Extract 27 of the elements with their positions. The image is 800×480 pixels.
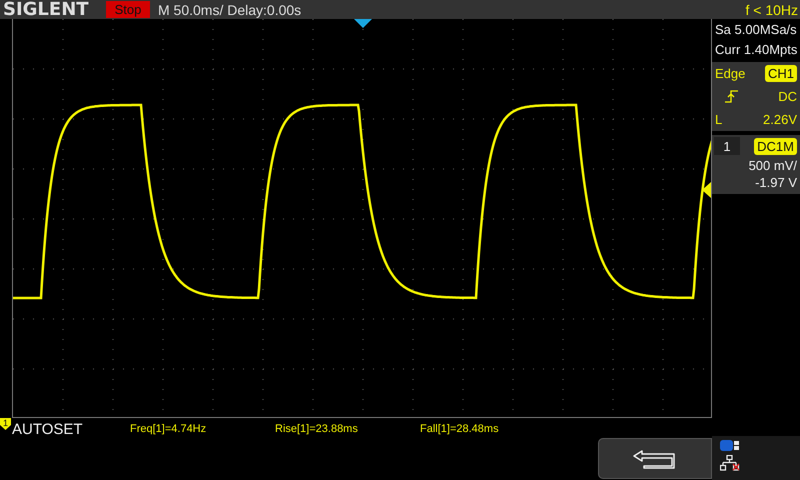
measurement-readout: Rise[1]=23.88ms	[275, 423, 359, 435]
vertical-offset: -1.97 V	[754, 174, 798, 191]
back-button[interactable]	[598, 438, 712, 479]
channel-number: 1	[714, 137, 740, 155]
return-arrow-icon	[632, 448, 678, 468]
trigger-panel[interactable]: Edge CH1 DC L 2.26V	[712, 62, 800, 131]
trigger-level-marker	[702, 182, 711, 198]
usb-icon	[720, 440, 740, 451]
trigger-type: Edge	[715, 66, 746, 81]
timebase-readout: M 50.0ms/ Delay:0.00s	[158, 2, 302, 18]
network-icon	[720, 455, 740, 471]
channel-coupling: DC1M	[754, 138, 797, 154]
brand-logo: SIGLENT	[2, 0, 90, 19]
trigger-source: CH1	[764, 65, 797, 82]
autoset-label: AUTOSET	[12, 420, 84, 438]
vertical-scale: 500 mV/	[748, 157, 798, 174]
channel-panel[interactable]: 1 DC1M 500 mV/ -1.97 V	[712, 135, 800, 194]
rising-edge-icon	[725, 90, 739, 103]
trigger-coupling: DC	[778, 89, 797, 104]
measurement-readout: Fall[1]=28.48ms	[420, 423, 500, 435]
sample-rate: Sa 5.00MSa/s	[714, 21, 798, 39]
trigger-frequency: f < 10Hz	[745, 2, 799, 18]
measurement-readout: Freq[1]=4.74Hz	[130, 423, 208, 435]
channel-marker: 1	[0, 418, 12, 430]
trigger-level-label: L	[715, 112, 722, 127]
memory-depth: Curr 1.40Mpts	[714, 41, 798, 59]
trigger-level: 2.26V	[763, 112, 797, 127]
